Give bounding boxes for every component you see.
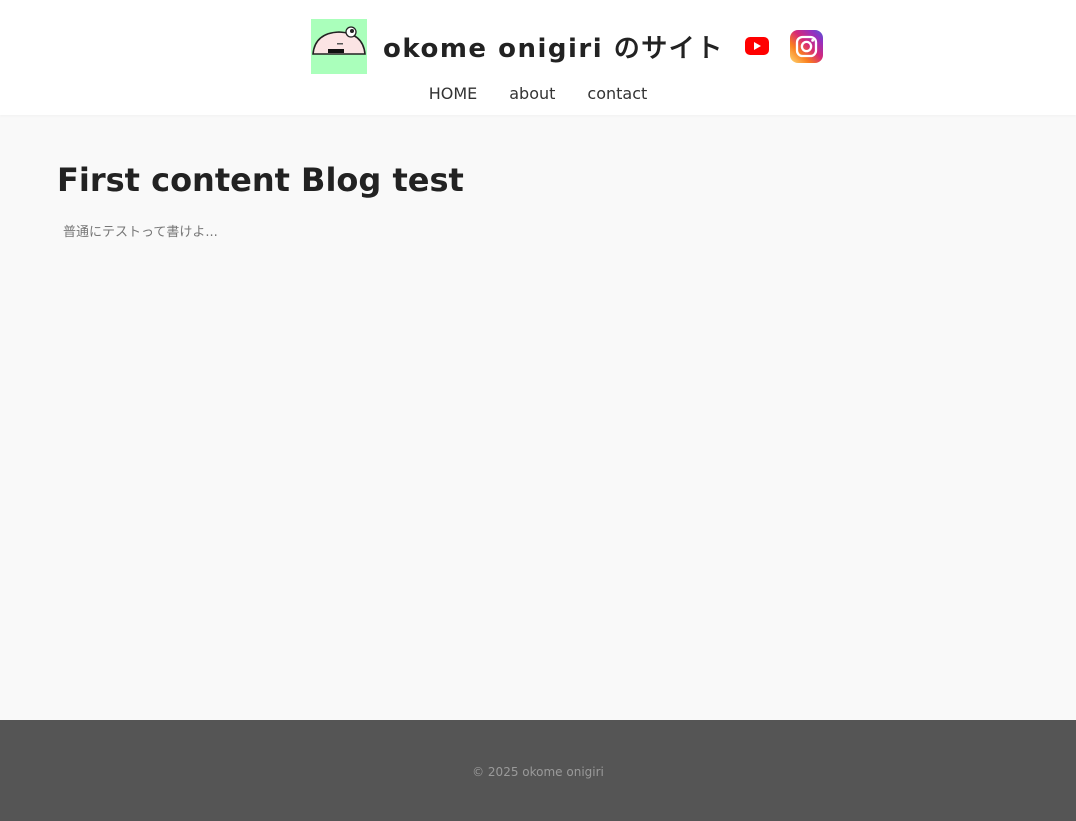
- site-logo[interactable]: [311, 18, 367, 74]
- site-title[interactable]: okome onigiri のサイト: [383, 28, 724, 65]
- nav-contact[interactable]: contact: [587, 84, 647, 103]
- nav-about[interactable]: about: [509, 84, 555, 103]
- social-links: [740, 29, 823, 63]
- main-nav: HOME about contact: [0, 84, 1076, 103]
- onigiri-character-icon: [311, 18, 367, 74]
- site-footer: © 2025 okome onigiri: [0, 720, 1076, 821]
- nav-home[interactable]: HOME: [429, 84, 478, 103]
- youtube-link[interactable]: [742, 35, 772, 57]
- main-content: First content Blog test 普通にテストって書けよ...: [57, 160, 1017, 240]
- instagram-icon: [789, 29, 823, 63]
- post-title[interactable]: First content Blog test: [57, 160, 1017, 200]
- site-header: okome onigiri のサイト HOME about contact: [0, 0, 1076, 115]
- post-excerpt: 普通にテストって書けよ...: [63, 225, 218, 240]
- copyright-text: © 2025 okome onigiri: [472, 765, 604, 779]
- brand: okome onigiri のサイト: [311, 18, 823, 74]
- instagram-link[interactable]: [789, 29, 823, 63]
- youtube-icon: [744, 37, 769, 55]
